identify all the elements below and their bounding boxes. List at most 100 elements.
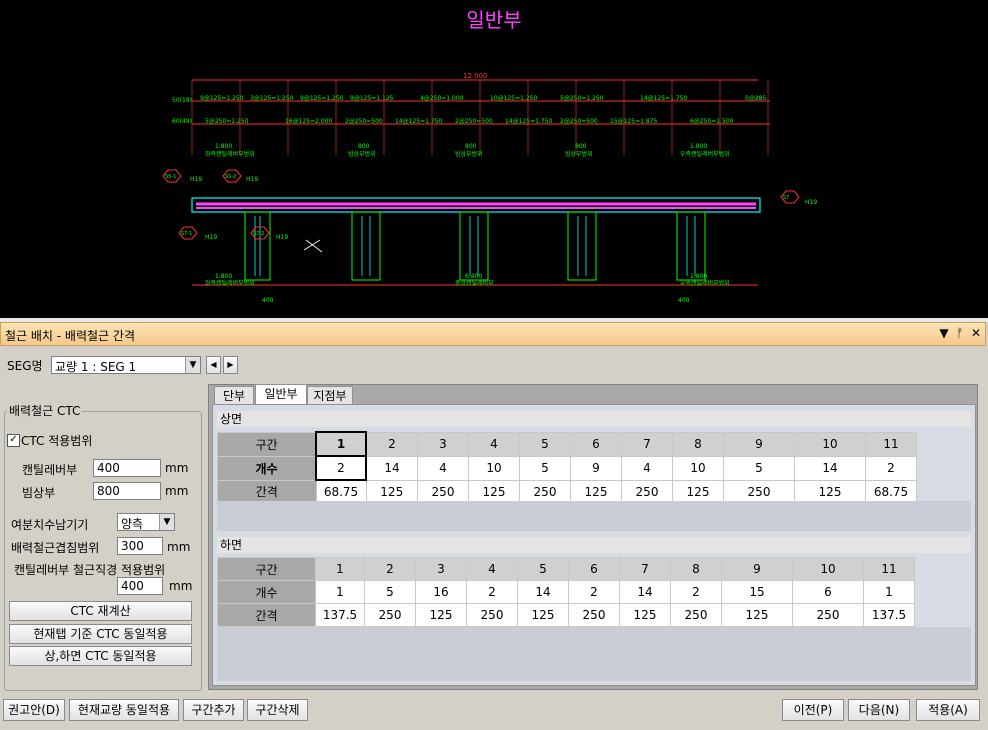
upper-cell-counts[interactable]: 14 (794, 455, 866, 481)
pin-icon[interactable]: ᚠ (953, 326, 967, 342)
dropdown-icon[interactable]: ▼ (937, 326, 951, 342)
upper-cell-counts[interactable]: 5 (519, 455, 571, 481)
lower-cell-sections: 10 (792, 557, 864, 581)
lower-cell-counts[interactable]: 14 (619, 580, 671, 604)
bottom-range-label: 중앙캔틸레버부 (455, 279, 494, 287)
upper-cell-spacings[interactable]: 125 (468, 479, 520, 504)
upper-row-counts: 개수 2 14 4 10 5 9 4 10 5 14 2 (217, 455, 917, 481)
upper-cell-counts[interactable]: 2 (315, 455, 367, 481)
dim-row1-item: 0@285 (745, 95, 766, 102)
pier-outline (351, 211, 381, 281)
upper-row-header: 구간 (217, 431, 317, 457)
lower-table-empty (217, 627, 971, 681)
pier-outline (459, 211, 489, 281)
next-seg-button[interactable]: ▶ (223, 356, 238, 374)
upper-row-header: 개수 (217, 455, 317, 481)
dim-row2-item: 6@250=1.500 (690, 118, 734, 125)
cantilever-input[interactable]: 400 (93, 459, 161, 477)
upper-cell-counts[interactable]: 2 (865, 455, 917, 481)
seg-select[interactable]: 교량 1 : SEG 1 ▼ (51, 356, 201, 374)
apply-both-ctc-button[interactable]: 상,하면 CTC 동일적용 (9, 646, 192, 666)
upper-cell-sections: 10 (794, 431, 866, 457)
ctc-range-checkbox[interactable]: ✓ (7, 434, 20, 447)
tab-end[interactable]: 단부 (214, 386, 254, 405)
bottom-range-label: 좌측캔틸레버부범위 (205, 279, 255, 287)
apply-tab-ctc-button[interactable]: 현재탭 기준 CTC 동일적용 (9, 624, 192, 644)
top-range-label: 좌측캔틸레버부범위 (205, 150, 255, 158)
upper-cell-spacings[interactable]: 250 (519, 479, 571, 504)
upper-cell-spacings[interactable]: 250 (723, 479, 795, 504)
close-icon[interactable]: ✕ (969, 326, 983, 342)
lower-cell-spacings[interactable]: 125 (619, 603, 671, 627)
lower-cell-counts[interactable]: 2 (670, 580, 722, 604)
upper-cell-counts[interactable]: 9 (570, 455, 622, 481)
upper-cell-spacings[interactable]: 125 (365, 479, 418, 504)
lower-cell-spacings[interactable]: 137.5 (863, 603, 915, 627)
dim-row2-item: 16@125=2.000 (285, 118, 332, 125)
tab-general[interactable]: 일반부 (255, 384, 307, 406)
lower-cell-sections: 5 (517, 557, 569, 581)
prev-seg-button[interactable]: ◀ (206, 356, 221, 374)
beam-input[interactable]: 800 (93, 482, 161, 500)
upper-cell-spacings[interactable]: 68.75 (865, 479, 917, 504)
lower-cell-spacings[interactable]: 137.5 (315, 603, 365, 627)
lower-cell-spacings[interactable]: 250 (466, 603, 518, 627)
lower-cell-counts[interactable]: 16 (415, 580, 467, 604)
top-range-dim: 800 (465, 143, 477, 150)
lower-cell-counts[interactable]: 14 (517, 580, 569, 604)
panel-title: 철근 배치 - 배력철근 간격 (5, 329, 135, 343)
lower-cell-spacings[interactable]: 250 (792, 603, 864, 627)
lower-cell-counts[interactable]: 2 (466, 580, 518, 604)
lower-cell-counts[interactable]: 2 (568, 580, 620, 604)
upper-cell-spacings[interactable]: 68.75 (315, 479, 367, 504)
upper-cell-sections: 4 (468, 431, 520, 457)
lower-cell-spacings[interactable]: 125 (517, 603, 569, 627)
lower-cell-spacings[interactable]: 125 (415, 603, 467, 627)
upper-cell-spacings[interactable]: 125 (672, 479, 724, 504)
lower-cell-counts[interactable]: 15 (721, 580, 793, 604)
ctc-range-label: CTC 적용범위 (21, 434, 93, 448)
pier-outline (676, 211, 706, 281)
next-button[interactable]: 다음(N) (848, 699, 910, 721)
pier-outline (244, 211, 271, 281)
overlap-input[interactable]: 300 (117, 537, 163, 555)
upper-row-sections: 구간 1 2 3 4 5 6 7 8 9 10 11 (217, 431, 917, 457)
upper-cell-spacings[interactable]: 125 (794, 479, 866, 504)
upper-cell-counts[interactable]: 4 (621, 455, 673, 481)
add-section-button[interactable]: 구간추가 (183, 699, 244, 721)
panel-header: 철근 배치 - 배력철근 간격 ▼ ᚠ ✕ (0, 322, 986, 346)
apply-button[interactable]: 적용(A) (916, 699, 980, 721)
tab-support[interactable]: 지점부 (307, 386, 353, 405)
lower-cell-sections: 11 (863, 557, 915, 581)
dim-row1-item: 3@125=1.250 (250, 95, 294, 102)
lower-cell-spacings[interactable]: 250 (364, 603, 416, 627)
small-dim-label: 400 (262, 297, 274, 304)
section-marker-label: S7-2 (253, 231, 264, 237)
ctc-recalc-button[interactable]: CTC 재계산 (9, 601, 192, 621)
upper-section-label: 상면 (217, 411, 971, 427)
upper-cell-counts[interactable]: 4 (417, 455, 469, 481)
recommend-button[interactable]: 권고안(D) (3, 699, 65, 721)
upper-cell-counts[interactable]: 10 (672, 455, 724, 481)
lower-cell-spacings[interactable]: 250 (568, 603, 620, 627)
cad-viewport[interactable]: 12.000 50(19) 60(49) 9@125=1.250 3@125=1.250… (0, 0, 988, 318)
upper-cell-spacings[interactable]: 250 (621, 479, 673, 504)
cant-dia-input[interactable]: 400 (117, 577, 163, 595)
lower-cell-spacings[interactable]: 250 (670, 603, 722, 627)
upper-cell-spacings[interactable]: 250 (417, 479, 469, 504)
lower-cell-counts[interactable]: 6 (792, 580, 864, 604)
lower-cell-counts[interactable]: 5 (364, 580, 416, 604)
upper-cell-counts[interactable]: 14 (365, 455, 418, 481)
upper-cell-counts[interactable]: 5 (723, 455, 795, 481)
upper-cell-counts[interactable]: 10 (468, 455, 520, 481)
lower-cell-spacings[interactable]: 125 (721, 603, 793, 627)
upper-table-empty (217, 501, 971, 531)
lower-cell-counts[interactable]: 1 (315, 580, 365, 604)
delete-section-button[interactable]: 구간삭제 (247, 699, 308, 721)
prev-button[interactable]: 이전(P) (782, 699, 844, 721)
lower-cell-counts[interactable]: 1 (863, 580, 915, 604)
same-bridge-button[interactable]: 현재교량 동일적용 (69, 699, 179, 721)
upper-cell-spacings[interactable]: 125 (570, 479, 622, 504)
dim-row1-left: 50(19) (172, 97, 192, 104)
remainder-select[interactable]: 양측 ▼ (117, 513, 175, 531)
